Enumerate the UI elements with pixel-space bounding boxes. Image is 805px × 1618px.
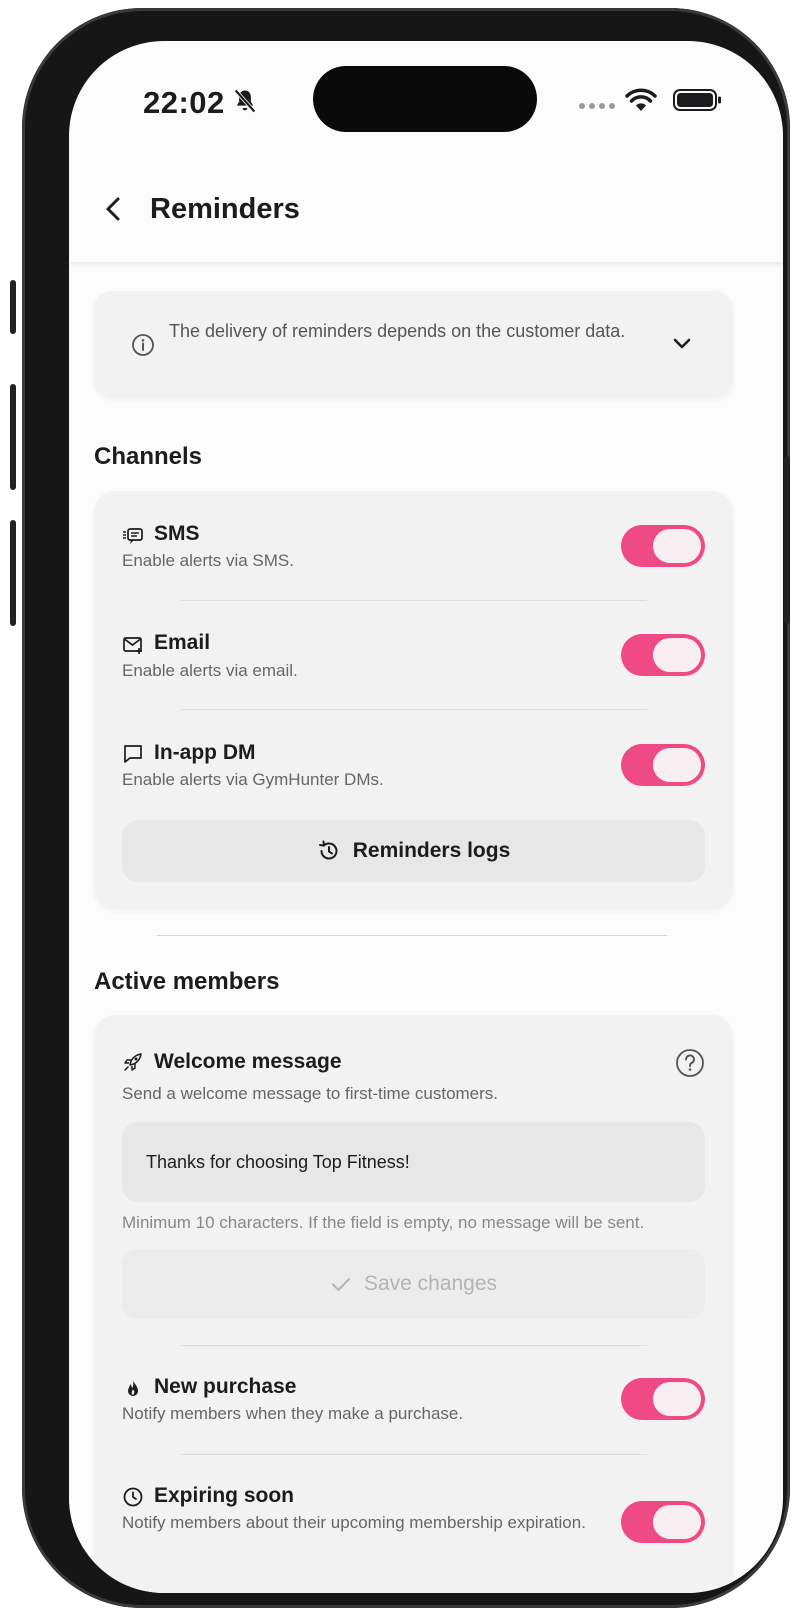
volume-up-button [10, 384, 16, 490]
info-banner[interactable]: The delivery of reminders depends on the… [94, 291, 733, 397]
welcome-message-input[interactable]: Thanks for choosing Top Fitness! [122, 1122, 705, 1202]
channels-card: SMS Enable alerts via SMS. Email Enable … [94, 491, 733, 909]
toggle-knob [653, 638, 701, 672]
active-members-card: Welcome message Send a welcome message t… [94, 1015, 733, 1593]
channel-email-desc: Enable alerts via email. [122, 661, 298, 680]
bell-muted-icon [234, 89, 256, 113]
page-title: Reminders [150, 193, 300, 225]
info-icon [132, 334, 154, 356]
channel-sms-title: SMS [154, 522, 200, 545]
welcome-hint: Minimum 10 characters. If the field is e… [122, 1213, 645, 1232]
channel-email-title: Email [154, 631, 211, 654]
email-icon [123, 637, 142, 654]
toggle-knob [653, 529, 701, 563]
welcome-desc: Send a welcome message to first-time cus… [122, 1084, 499, 1103]
status-bar: 22:02 [69, 41, 783, 161]
rocket-icon [124, 1053, 142, 1071]
channel-dm-desc: Enable alerts via GymHunter DMs. [122, 770, 384, 789]
save-changes-label: Save changes [363, 1272, 498, 1295]
welcome-title: Welcome message [154, 1050, 342, 1073]
clock-icon [123, 1487, 143, 1507]
email-toggle[interactable] [621, 634, 705, 676]
save-changes-button[interactable]: Save changes [122, 1249, 705, 1319]
section-separator [157, 935, 667, 936]
wifi-icon [625, 88, 657, 111]
toggle-knob [653, 748, 701, 782]
check-icon [331, 1278, 350, 1291]
expiring-soon-title: Expiring soon [154, 1484, 295, 1507]
chat-icon [124, 745, 142, 763]
content: The delivery of reminders depends on the… [69, 263, 783, 1593]
chevron-down-icon[interactable] [670, 331, 694, 355]
channel-sms-desc: Enable alerts via SMS. [122, 551, 294, 570]
divider [181, 600, 647, 601]
power-button [784, 456, 790, 624]
battery-icon [673, 89, 721, 111]
expiring-soon-desc: Notify members about their upcoming memb… [122, 1513, 586, 1532]
action-button [10, 280, 16, 334]
signal-dots-icon [579, 103, 615, 109]
flame-icon [128, 1380, 138, 1396]
divider [181, 1454, 647, 1455]
toggle-knob [653, 1382, 701, 1416]
reminders-logs-label: Reminders logs [352, 839, 511, 862]
back-arrow-icon[interactable] [101, 195, 127, 223]
app-header: Reminders [69, 153, 783, 263]
sms-icon [123, 528, 143, 544]
active-members-heading: Active members [94, 968, 280, 995]
new-purchase-toggle[interactable] [621, 1378, 705, 1420]
channels-heading: Channels [94, 443, 203, 470]
dynamic-island [313, 66, 537, 132]
channel-dm-title: In-app DM [154, 741, 256, 764]
expiring-soon-toggle[interactable] [621, 1501, 705, 1543]
history-icon [318, 840, 338, 860]
toggle-knob [653, 1505, 701, 1539]
divider [181, 1345, 647, 1346]
dm-toggle[interactable] [621, 744, 705, 786]
status-time: 22:02 [143, 85, 225, 120]
sms-toggle[interactable] [621, 525, 705, 567]
new-purchase-desc: Notify members when they make a purchase… [122, 1404, 464, 1423]
volume-down-button [10, 520, 16, 626]
new-purchase-title: New purchase [154, 1375, 297, 1398]
divider [181, 709, 647, 710]
phone-frame: 22:02 Reminders The delivery of reminder… [10, 8, 790, 1608]
reminders-logs-button[interactable]: Reminders logs [122, 820, 705, 882]
info-text: The delivery of reminders depends on the… [169, 321, 626, 341]
help-icon[interactable] [675, 1048, 705, 1078]
screen: 22:02 Reminders The delivery of reminder… [69, 41, 783, 1593]
